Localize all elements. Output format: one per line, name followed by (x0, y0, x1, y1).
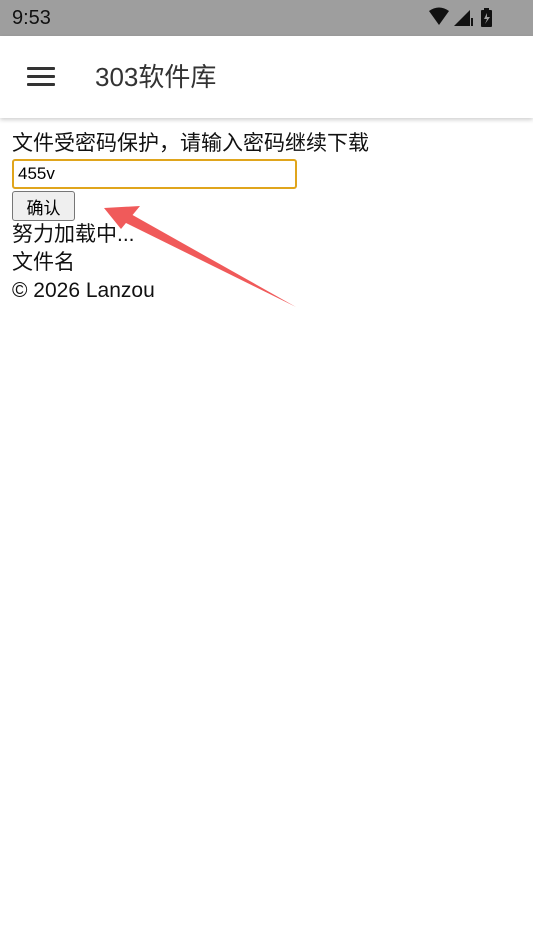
confirm-button[interactable]: 确认 (12, 191, 75, 221)
screen: 9:53 303软件库 文件受密码保护，请输入密码继续下载 455v 确认 努力… (0, 0, 533, 948)
app-bar: 303软件库 (0, 36, 533, 118)
hamburger-menu-icon[interactable] (22, 62, 62, 92)
wifi-icon (429, 7, 449, 25)
loading-text: 努力加载中... (12, 223, 135, 246)
status-icons (429, 7, 499, 29)
main-content: 文件受密码保护，请输入密码继续下载 确认 努力加载中... 文件名 © 2026… (12, 130, 512, 305)
status-time: 9:53 (12, 7, 51, 29)
battery-charging-icon (481, 8, 492, 27)
copyright-text: © 2026 Lanzou (12, 279, 155, 302)
app-title: 303软件库 (95, 62, 217, 92)
password-prompt: 文件受密码保护，请输入密码继续下载 (12, 132, 369, 155)
password-input[interactable] (12, 159, 297, 189)
status-bar: 9:53 (0, 0, 533, 36)
cell-signal-icon (454, 10, 473, 26)
file-name-label: 文件名 (12, 251, 75, 274)
